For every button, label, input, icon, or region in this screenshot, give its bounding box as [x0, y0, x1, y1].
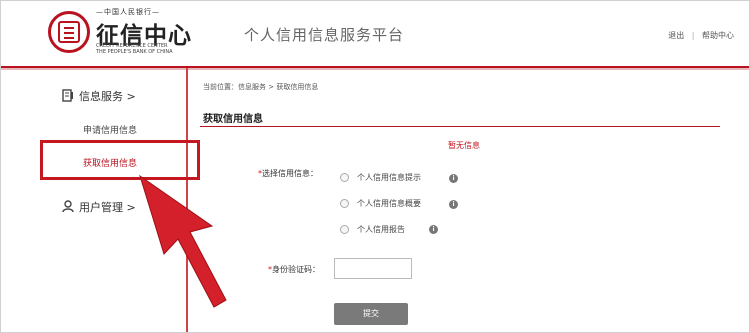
radio-button[interactable] — [340, 173, 349, 182]
info-icon[interactable]: i — [449, 174, 458, 183]
radio-option-label: 个人信用报告 — [357, 225, 405, 234]
credit-center-seal-logo — [48, 11, 90, 53]
radio-option-label: 个人信用信息提示 — [357, 173, 421, 182]
select-credit-info-label-text: 选择信用信息： — [262, 169, 318, 178]
sidebar-group-info-label: 信息服务 > — [79, 90, 136, 103]
header-links: 退出 | 帮助中心 — [668, 30, 734, 41]
document-icon — [62, 89, 74, 105]
info-icon[interactable]: i — [449, 200, 458, 209]
radio-button[interactable] — [340, 225, 349, 234]
title-divider — [200, 126, 720, 127]
header: —中国人民银行— 征信中心 CREDIT REFERENCE CENTER TH… — [0, 0, 750, 68]
radio-button[interactable] — [340, 199, 349, 208]
id-code-label-text: 身份验证码： — [272, 265, 320, 274]
sidebar-group-user-label: 用户管理 > — [79, 201, 136, 214]
breadcrumb: 当前位置：信息服务 > 获取信用信息 — [203, 83, 319, 91]
radio-option-credit-report[interactable]: 个人信用报告 — [340, 224, 405, 236]
highlight-box — [40, 140, 200, 180]
sidebar-item-apply-credit-info[interactable]: 申请信用信息 — [83, 123, 137, 136]
page-title: 获取信用信息 — [203, 114, 263, 125]
help-center-link[interactable]: 帮助中心 — [702, 31, 734, 40]
radio-option-credit-info-summary[interactable]: 个人信用信息概要 — [340, 198, 421, 210]
submit-button[interactable]: 提交 — [334, 303, 408, 325]
user-icon — [62, 200, 74, 216]
no-info-message: 暂无信息 — [448, 141, 480, 150]
logout-link[interactable]: 退出 — [668, 31, 684, 40]
logo-en-line-2: THE PEOPLE'S BANK OF CHINA — [96, 49, 173, 55]
info-icon[interactable]: i — [429, 225, 438, 234]
sidebar-group-info-service[interactable]: 信息服务 > — [62, 88, 136, 105]
radio-option-label: 个人信用信息概要 — [357, 199, 421, 208]
link-separator: | — [691, 31, 695, 40]
sidebar-group-user-management[interactable]: 用户管理 > — [62, 199, 136, 216]
radio-option-credit-info-tip[interactable]: 个人信用信息提示 — [340, 172, 421, 184]
platform-title: 个人信用信息服务平台 — [244, 26, 405, 44]
id-code-label: *身份验证码： — [268, 264, 320, 275]
select-credit-info-label: *选择信用信息： — [258, 168, 318, 179]
id-code-input[interactable] — [334, 258, 412, 279]
logo-english-text: CREDIT REFERENCE CENTER THE PEOPLE'S BAN… — [96, 43, 206, 55]
